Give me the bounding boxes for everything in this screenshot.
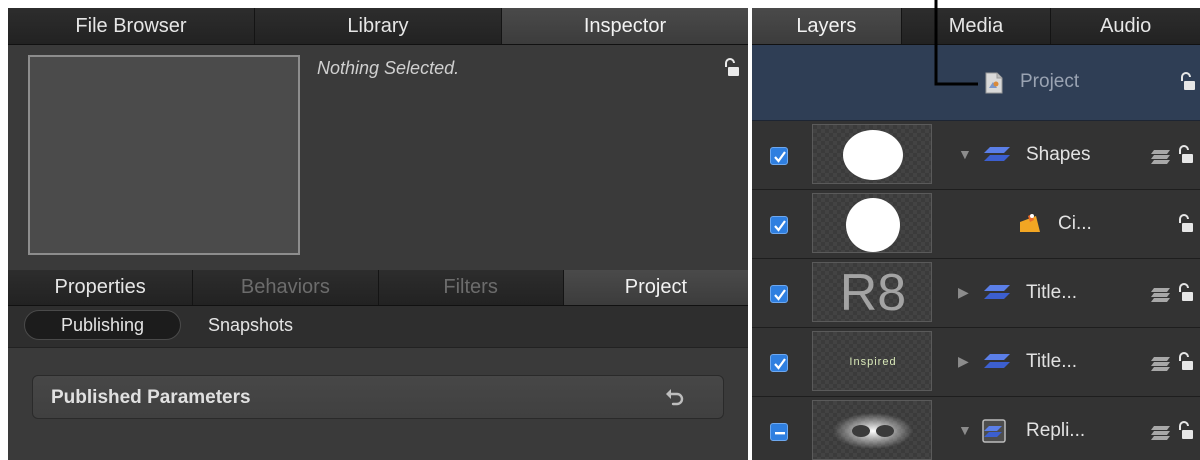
tab-project[interactable]: Project [563,270,748,305]
segment-publishing[interactable]: Publishing [24,310,181,340]
group-icon [984,143,1012,170]
visibility-checkbox[interactable] [770,147,788,165]
selection-status-text: Nothing Selected. [317,58,460,78]
blend-stack-icon[interactable] [1150,424,1172,445]
layer-name[interactable]: Repli... [1026,420,1085,442]
tab-audio[interactable]: Audio [1051,8,1200,44]
visibility-checkbox[interactable] [770,285,788,303]
layers-panel: Layers Media Audio Project ▼ Shapes Ci..… [752,8,1200,460]
tab-layers[interactable]: Layers [752,8,902,44]
layer-name[interactable]: Title... [1026,351,1077,373]
preview-thumbnail [28,55,300,255]
unlock-icon[interactable] [1176,214,1194,239]
group-icon [984,281,1012,308]
shape-icon [1018,212,1042,239]
project-file-icon [984,72,1004,99]
layers-tab-bar: Layers Media Audio [752,8,1200,45]
blend-stack-icon[interactable] [1150,148,1172,169]
disclosure-expanded-icon[interactable]: ▼ [958,422,972,438]
project-label: Project [1020,71,1080,92]
blend-stack-icon[interactable] [1150,286,1172,307]
published-parameters-label: Published Parameters [51,387,251,408]
unlock-icon[interactable] [1176,283,1194,308]
layer-row-title-inspired[interactable]: Inspired ▶ Title... [752,328,1200,397]
layer-thumbnail [812,400,932,460]
published-parameters-header[interactable]: Published Parameters [32,375,724,419]
tab-media[interactable]: Media [901,8,1052,44]
tab-filters[interactable]: Filters [378,270,564,305]
layer-name[interactable]: Title... [1026,282,1077,304]
visibility-checkbox[interactable] [770,354,788,372]
tab-properties[interactable]: Properties [8,270,194,305]
inspector-tab-bar: Properties Behaviors Filters Project [8,270,748,306]
blend-stack-icon[interactable] [1150,355,1172,376]
layer-row-circle[interactable]: Ci... [752,190,1200,259]
group-icon [984,350,1012,377]
disclosure-expanded-icon[interactable]: ▼ [958,146,972,162]
project-row[interactable]: Project [752,45,1200,121]
tab-behaviors[interactable]: Behaviors [193,270,379,305]
tab-library[interactable]: Library [255,8,502,44]
layer-thumbnail [812,193,932,253]
unlock-icon[interactable] [1176,145,1194,170]
visibility-checkbox[interactable] [770,216,788,234]
unlock-icon[interactable] [722,58,740,83]
tab-inspector[interactable]: Inspector [502,8,748,44]
replicator-icon [982,419,1006,448]
tab-file-browser[interactable]: File Browser [8,8,255,44]
reset-icon[interactable] [663,386,687,410]
inspector-panel: File Browser Library Inspector Nothing S… [8,8,748,460]
unlock-icon[interactable] [1176,352,1194,377]
layer-thumbnail: Inspired [812,331,932,391]
layer-row-shapes[interactable]: ▼ Shapes [752,121,1200,190]
layer-name[interactable]: Shapes [1026,144,1090,166]
segment-snapshots[interactable]: Snapshots [208,310,293,340]
disclosure-collapsed-icon[interactable]: ▶ [958,284,969,301]
layer-row-title-r8[interactable]: R8 ▶ Title... [752,259,1200,328]
visibility-checkbox-mixed[interactable] [770,423,788,441]
thumbnail-text: Inspired [849,356,897,368]
layer-row-replicator[interactable]: ▼ Repli... [752,397,1200,460]
browser-tab-bar: File Browser Library Inspector [8,8,748,45]
unlock-icon[interactable] [1176,421,1194,446]
segmented-control-row: Publishing Snapshots [8,306,748,348]
thumbnail-text: R8 [839,264,907,322]
disclosure-collapsed-icon[interactable]: ▶ [958,353,969,370]
layer-thumbnail: R8 [812,262,932,322]
layer-thumbnail [812,124,932,184]
unlock-icon[interactable] [1178,72,1196,97]
layer-name[interactable]: Ci... [1058,213,1092,235]
